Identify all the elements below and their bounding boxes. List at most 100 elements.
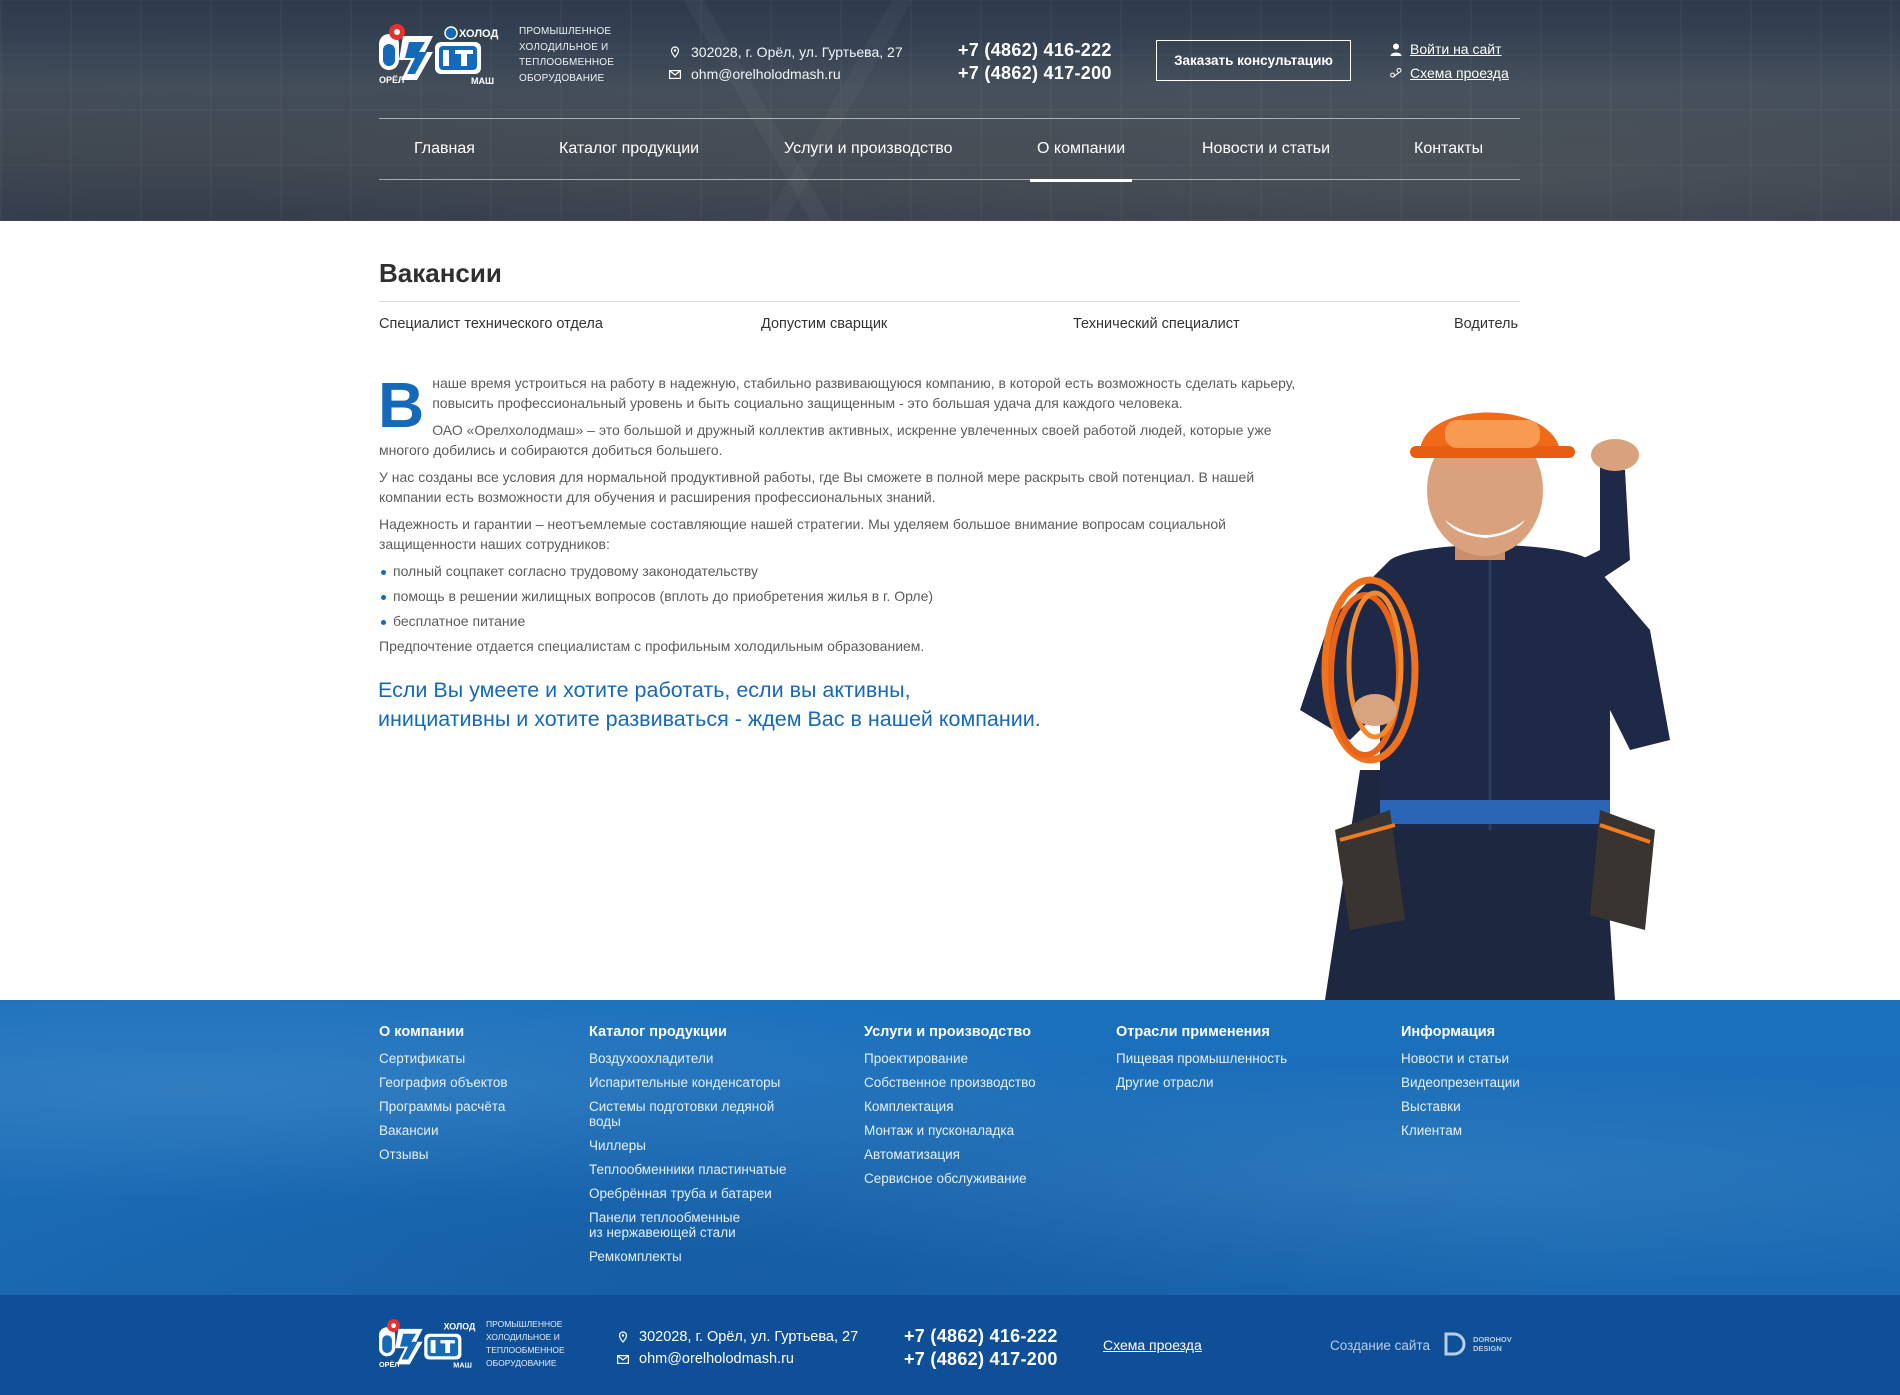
- footer-link[interactable]: Системы подготовки ледяной воды: [589, 1099, 789, 1129]
- nav-news[interactable]: Новости и статьи: [1202, 119, 1330, 180]
- footer-logo-tagline: ПРОМЫШЛЕННОЕ ХОЛОДИЛЬНОЕ И ТЕПЛООБМЕННОЕ…: [486, 1319, 565, 1368]
- footer-link[interactable]: Комплектация: [864, 1099, 1036, 1114]
- svg-text:ОРЁЛ: ОРЁЛ: [379, 1360, 399, 1369]
- footer-link[interactable]: Пищевая промышленность: [1116, 1051, 1287, 1066]
- vacancy-link-tech-dept[interactable]: Специалист технического отдела: [379, 316, 603, 332]
- made-by-label: Создание сайта: [1330, 1338, 1430, 1353]
- svg-text:ОРЁЛ: ОРЁЛ: [379, 75, 404, 85]
- footer-column-title: Информация: [1401, 1024, 1496, 1040]
- nav-catalog[interactable]: Каталог продукции: [559, 119, 699, 180]
- footer-link[interactable]: Панели теплообменные из нержавеющей стал…: [589, 1210, 749, 1240]
- page-title: Вакансии: [379, 258, 502, 288]
- footer-column-services: Услуги и производство Проектирование Соб…: [864, 1024, 1036, 1195]
- user-icon: [1390, 43, 1402, 56]
- call-to-action-quote: Если Вы умеете и хотите работать, если в…: [378, 678, 1041, 731]
- vacancy-link-driver[interactable]: Водитель: [1454, 316, 1518, 332]
- location-pin-icon: [669, 46, 681, 58]
- footer-contacts: 302028, г. Орёл, ул. Гуртьева, 27 ohm@or…: [617, 1326, 858, 1370]
- footer-link[interactable]: Клиентам: [1401, 1123, 1520, 1138]
- footer-column-title: О компании: [379, 1024, 465, 1040]
- studio-logo[interactable]: DOROHOV DESIGN: [1443, 1332, 1512, 1356]
- header-phones: +7 (4862) 416-222 +7 (4862) 417-200: [958, 39, 1112, 85]
- footer-email[interactable]: ohm@orelholodmash.ru: [639, 1348, 794, 1370]
- footer-column-title: Отрасли применения: [1116, 1024, 1270, 1040]
- header-contacts: 302028, г. Орёл, ул. Гуртьева, 27 ohm@or…: [669, 41, 903, 85]
- svg-text:МАШ: МАШ: [471, 76, 494, 86]
- nav-home[interactable]: Главная: [414, 119, 475, 180]
- location-pin-icon: [617, 1331, 629, 1343]
- nav-about[interactable]: О компании: [1029, 119, 1133, 182]
- footer-column-title: Каталог продукции: [589, 1024, 727, 1040]
- footer-link[interactable]: Проектирование: [864, 1051, 1036, 1066]
- user-links: Войти на сайт Схема проезда: [1390, 37, 1509, 85]
- footer-link[interactable]: Оребрённая труба и батареи: [589, 1186, 789, 1201]
- dropcap: В: [378, 369, 425, 441]
- svg-text:ХОЛОД: ХОЛОД: [459, 28, 498, 40]
- mail-icon: [669, 68, 681, 80]
- conditions-paragraph: У нас созданы все условия для нормальной…: [379, 469, 1255, 505]
- footer-link[interactable]: Испарительные конденсаторы: [589, 1075, 789, 1090]
- logo[interactable]: ХОЛОД ОРЁЛ МАШ: [379, 24, 509, 88]
- footer-link[interactable]: Вакансии: [379, 1123, 508, 1138]
- company-paragraph: ОАО «Орелхолодмаш» – это большой и дружн…: [379, 422, 1272, 458]
- header-address: 302028, г. Орёл, ул. Гуртьева, 27: [691, 44, 903, 60]
- footer-link[interactable]: Теплообменники пластинчатые: [589, 1162, 789, 1177]
- studio-name-line: DOROHOV: [1473, 1335, 1512, 1344]
- list-item: бесплатное питание: [379, 611, 1304, 631]
- studio-name-line: DESIGN: [1473, 1344, 1502, 1353]
- header-phone-1[interactable]: +7 (4862) 416-222: [958, 39, 1112, 62]
- footer-link[interactable]: Сервисное обслуживание: [864, 1171, 1036, 1186]
- footer-link[interactable]: Другие отрасли: [1116, 1075, 1287, 1090]
- order-consultation-button[interactable]: Заказать консультацию: [1156, 40, 1351, 81]
- footer-link[interactable]: Чиллеры: [589, 1138, 789, 1153]
- footer-logo[interactable]: ХОЛОД ОРЁЛ МАШ: [379, 1319, 484, 1371]
- vacancy-link-tech-specialist[interactable]: Технический специалист: [1073, 316, 1240, 332]
- logo-tagline: ПРОМЫШЛЕННОЕ ХОЛОДИЛЬНОЕ И ТЕПЛООБМЕННОЕ…: [519, 26, 615, 84]
- preference-paragraph: Предпочтение отдается специалистам с про…: [379, 638, 925, 654]
- worker-photo: [1300, 412, 1670, 1000]
- header-phone-2[interactable]: +7 (4862) 417-200: [958, 62, 1112, 85]
- footer-link[interactable]: Монтаж и пусконаладка: [864, 1123, 1036, 1138]
- footer-column-title: Услуги и производство: [864, 1024, 1031, 1040]
- vacancies-text: Внаше время устроиться на работу в надеж…: [378, 369, 1304, 663]
- list-item: помощь в решении жилищных вопросов (впло…: [379, 586, 1304, 606]
- footer-link[interactable]: Программы расчёта: [379, 1099, 508, 1114]
- footer-phone-2[interactable]: +7 (4862) 417-200: [904, 1348, 1058, 1371]
- footer-column-about: О компании Сертификаты География объекто…: [379, 1024, 508, 1171]
- svg-text:ХОЛОД: ХОЛОД: [444, 1322, 476, 1332]
- footer-route-link[interactable]: Схема проезда: [1103, 1337, 1202, 1353]
- footer-column-industries: Отрасли применения Пищевая промышленност…: [1116, 1024, 1287, 1099]
- svg-text:МАШ: МАШ: [453, 1361, 472, 1370]
- nav-services[interactable]: Услуги и производство: [784, 119, 953, 180]
- login-link[interactable]: Войти на сайт: [1410, 37, 1502, 61]
- list-item: полный соцпакет согласно трудовому закон…: [379, 561, 1304, 581]
- guarantees-paragraph: Надежность и гарантии – неотъемлемые сос…: [379, 516, 1226, 552]
- benefits-list: полный соцпакет согласно трудовому закон…: [379, 561, 1304, 631]
- divider: [379, 301, 1520, 302]
- footer-column-catalog: Каталог продукции Воздухоохладители Испа…: [589, 1024, 789, 1273]
- footer-link[interactable]: Выставки: [1401, 1099, 1520, 1114]
- footer-column-info: Информация Новости и статьи Видеопрезент…: [1401, 1024, 1520, 1147]
- site-header: ХОЛОД ОРЁЛ МАШ ПРОМЫШЛЕННОЕ ХОЛОДИЛЬНОЕ …: [0, 0, 1900, 221]
- footer-link[interactable]: Собственное производство: [864, 1075, 1036, 1090]
- footer-link[interactable]: Сертификаты: [379, 1051, 508, 1066]
- footer-link[interactable]: Отзывы: [379, 1147, 508, 1162]
- footer-address: 302028, г. Орёл, ул. Гуртьева, 27: [639, 1329, 859, 1345]
- footer-link[interactable]: Воздухоохладители: [589, 1051, 789, 1066]
- intro-paragraph: Внаше время устроиться на работу в надеж…: [378, 369, 1296, 441]
- main-nav: Главная Каталог продукции Услуги и произ…: [379, 118, 1520, 182]
- footer-phones: +7 (4862) 416-222 +7 (4862) 417-200: [904, 1325, 1058, 1371]
- header-email[interactable]: ohm@orelholodmash.ru: [691, 63, 841, 85]
- studio-d-icon: [1444, 1332, 1466, 1356]
- footer-link[interactable]: Автоматизация: [864, 1147, 1036, 1162]
- footer-link[interactable]: Ремкомплекты: [589, 1249, 789, 1264]
- route-icon: [1390, 67, 1402, 79]
- route-link[interactable]: Схема проезда: [1410, 61, 1509, 85]
- mail-icon: [617, 1353, 629, 1365]
- footer-link[interactable]: Новости и статьи: [1401, 1051, 1520, 1066]
- nav-contacts[interactable]: Контакты: [1414, 119, 1483, 180]
- footer-link[interactable]: Видеопрезентации: [1401, 1075, 1520, 1090]
- footer-link[interactable]: География объектов: [379, 1075, 508, 1090]
- vacancy-link-welder[interactable]: Допустим сварщик: [761, 316, 887, 332]
- footer-phone-1[interactable]: +7 (4862) 416-222: [904, 1325, 1058, 1348]
